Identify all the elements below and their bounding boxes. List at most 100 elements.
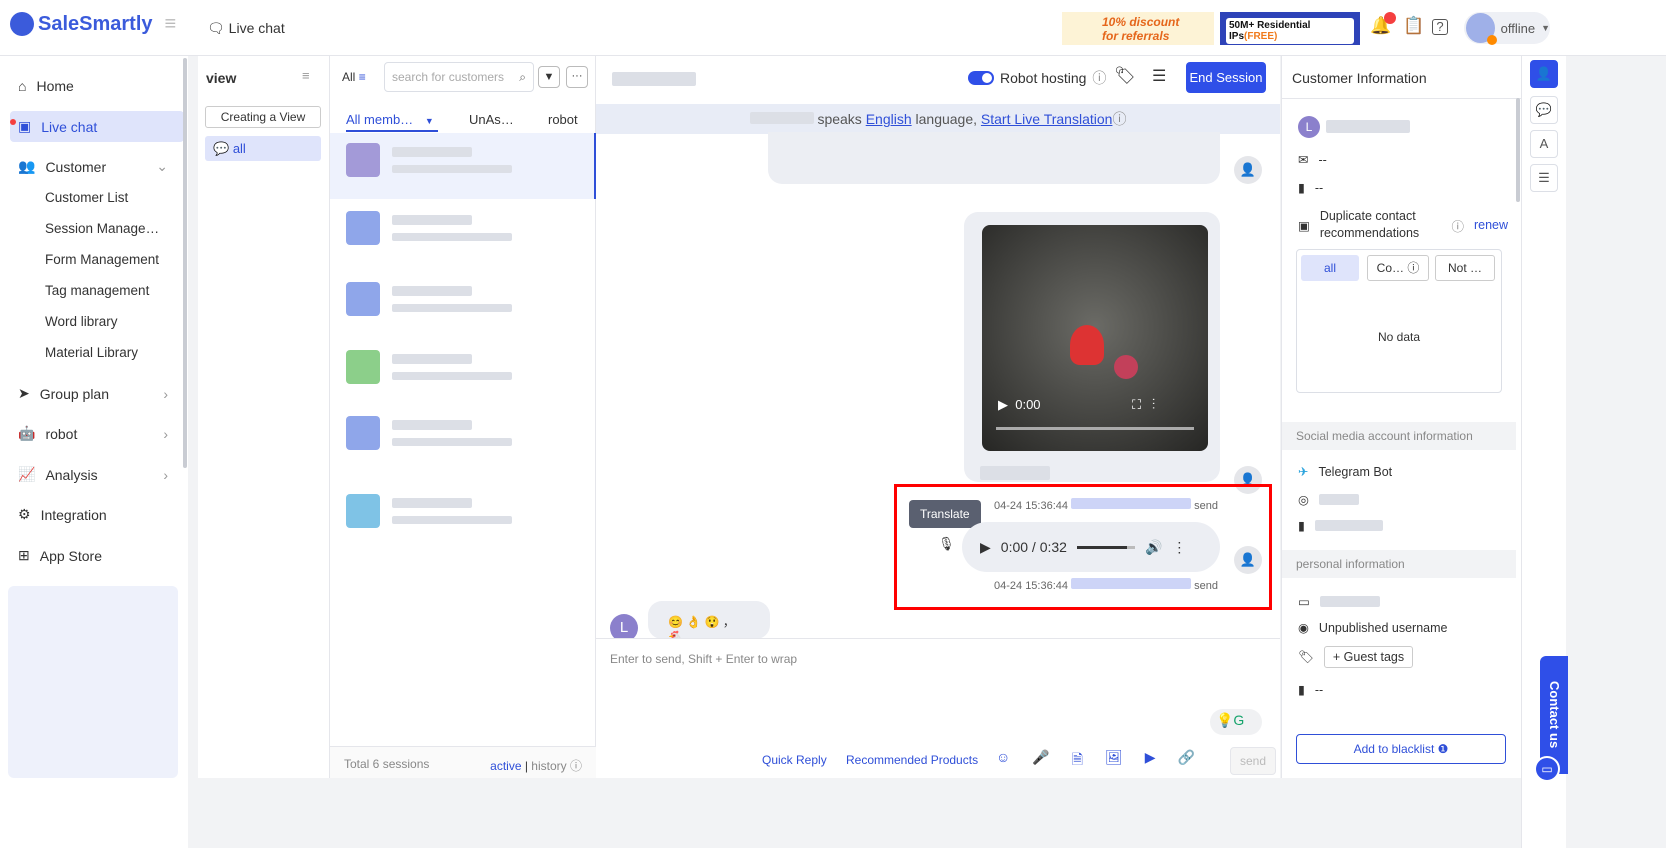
sidebar-item-customer[interactable]: 👥 Customer ⌄ — [10, 151, 184, 182]
status-dot — [1486, 35, 1497, 45]
sidebar-item-group-plan[interactable]: ➤ Group plan › — [10, 378, 184, 409]
start-translation-link[interactable]: Start Live Translation — [981, 111, 1113, 127]
history-link[interactable]: history — [531, 759, 566, 773]
audio-player[interactable]: ▶ 0:00 / 0:32 🔊 ⋮ — [962, 522, 1220, 572]
translate-icon[interactable]: 🎙 — [938, 536, 955, 552]
sidebar-item-live-chat[interactable]: ▣ Live chat — [10, 111, 184, 142]
sidebar-item-integration[interactable]: ⚙ Integration — [10, 499, 184, 530]
guest-tags-button[interactable]: + Guest tags — [1323, 646, 1414, 668]
tab-unassigned[interactable]: UnAs… — [469, 112, 514, 127]
username: Unpublished username — [1318, 620, 1448, 635]
label: App Store — [39, 547, 102, 564]
robot-hosting-toggle[interactable]: Robot hosting ⓘ — [968, 68, 1106, 88]
filter-all[interactable]: All ≡ — [342, 70, 366, 84]
video-icon[interactable]: ▶ — [1145, 749, 1156, 773]
session-item[interactable] — [330, 272, 596, 338]
more-icon[interactable]: ⋮ — [1172, 539, 1186, 556]
volume-icon[interactable]: 🔊 — [1145, 539, 1162, 556]
add-to-blacklist-button[interactable]: Add to blacklist ❶ — [1296, 734, 1506, 764]
session-item[interactable] — [330, 201, 596, 267]
message-tab-icon[interactable]: 💬 — [1530, 96, 1558, 124]
microphone-icon[interactable]: 🎤 — [1032, 749, 1049, 773]
tab-all-members[interactable]: All memb… ▼ — [346, 112, 438, 132]
panel-scrollbar[interactable] — [1516, 98, 1520, 202]
video-player[interactable]: ▶ 0:00 ⛶ ⋮ — [982, 225, 1208, 451]
email-value: -- — [1318, 152, 1327, 167]
video-controls[interactable]: ▶ 0:00 — [998, 397, 1041, 413]
residential-ip-banner[interactable]: 50M+ Residential IPs(FREE) — [1220, 12, 1360, 45]
referral-banner[interactable]: 10% discount for referrals — [1062, 12, 1214, 45]
view-item-all[interactable]: 💬 all — [205, 136, 321, 161]
session-item[interactable] — [330, 406, 596, 472]
user-status-menu[interactable]: offline ▼ — [1464, 12, 1550, 45]
sidebar-sub-word[interactable]: Word library — [45, 314, 118, 329]
toggle-switch[interactable] — [968, 71, 994, 85]
quick-reply-button[interactable]: Quick Reply — [762, 753, 827, 767]
grid-icon: ⊞ — [18, 547, 30, 563]
sidebar-item-app-store[interactable]: ⊞ App Store — [10, 540, 184, 571]
sidebar-sub-session[interactable]: Session Manage… — [45, 221, 159, 236]
recommended-products-button[interactable]: Recommended Products — [846, 753, 978, 767]
send-button[interactable]: send — [1230, 747, 1276, 775]
tag-icon[interactable]: 🏷 — [1114, 66, 1136, 86]
active-link[interactable]: active — [490, 759, 521, 773]
video-time: 0:00 — [1015, 397, 1041, 412]
sidebar-item-robot[interactable]: 🤖 robot › — [10, 418, 184, 449]
sidebar-sub-material[interactable]: Material Library — [45, 345, 138, 360]
notes-tab-icon[interactable]: ☰ — [1530, 164, 1558, 192]
session-item[interactable] — [330, 133, 596, 199]
renew-link[interactable]: renew — [1474, 218, 1508, 232]
menu-collapse-icon[interactable]: ≡ — [165, 13, 177, 36]
file-icon[interactable]: 🗎 — [1072, 749, 1083, 773]
sidebar-sub-customer-list[interactable]: Customer List — [45, 190, 128, 205]
fullscreen-icon[interactable]: ⛶ ⋮ — [1132, 397, 1155, 413]
chevron-down-icon: ▼ — [424, 116, 434, 126]
sidebar-scrollbar[interactable] — [183, 58, 187, 468]
dup-tab-not[interactable]: Not … — [1435, 255, 1495, 281]
image-icon[interactable]: 🖼 — [1105, 749, 1123, 773]
language-link[interactable]: English — [866, 111, 912, 127]
contact-icon: ▣ — [1298, 218, 1310, 233]
message-composer[interactable]: Enter to send, Shift + Enter to wrap 💡G … — [596, 638, 1280, 778]
speaks-text: speaks — [817, 111, 862, 127]
search-history-icon[interactable]: ☰ — [1152, 66, 1166, 86]
email-row: ✉ -- — [1298, 152, 1327, 168]
sidebar-item-analysis[interactable]: 📈 Analysis › — [10, 459, 184, 490]
link-icon[interactable]: 🔗 — [1178, 749, 1195, 773]
search-input[interactable]: search for customers ⌕ — [384, 62, 534, 92]
brand-logo[interactable]: SaleSmartly ≡ — [10, 12, 176, 36]
customer-info-tab-icon[interactable]: 👤 — [1530, 60, 1558, 88]
sidebar-sub-tag[interactable]: Tag management — [45, 283, 149, 298]
clipboard-icon[interactable]: 📋 — [1403, 16, 1425, 38]
dup-tab-all[interactable]: all — [1301, 255, 1359, 281]
video-progress[interactable] — [996, 427, 1194, 430]
more-icon[interactable]: ··· — [566, 66, 588, 88]
message-meta: 04-24 15:36:44 send — [994, 578, 1218, 592]
id-row: ▭ — [1298, 594, 1380, 609]
filter-icon[interactable]: ▼ — [538, 66, 560, 88]
personal-section-title: personal information — [1282, 550, 1516, 578]
sidebar-sub-form[interactable]: Form Management — [45, 252, 159, 267]
dup-tab-contact[interactable]: Co… ⓘ — [1367, 255, 1429, 281]
create-view-button[interactable]: Creating a View — [205, 106, 321, 128]
emoji-icon[interactable]: ☺ — [996, 749, 1010, 773]
end-session-button[interactable]: End Session — [1186, 62, 1266, 93]
chat-widget-icon[interactable]: ▭ — [1534, 756, 1560, 782]
label: All memb… — [346, 112, 414, 127]
grammarly-icon[interactable]: 💡G — [1210, 709, 1262, 735]
note-value: -- — [1314, 682, 1324, 697]
play-icon[interactable]: ▶ — [980, 539, 991, 556]
menu-icon[interactable]: ≡ — [302, 68, 310, 83]
chat-icon: ▣ — [18, 118, 32, 134]
session-item[interactable] — [330, 484, 596, 550]
session-item[interactable] — [330, 340, 596, 406]
promo-line2: for referrals — [1102, 29, 1170, 43]
label: Live chat — [41, 118, 98, 135]
yarn-ball — [1114, 355, 1138, 379]
translate-tab-icon[interactable]: A — [1530, 130, 1558, 158]
tab-robot[interactable]: robot — [548, 112, 578, 127]
sidebar-item-home[interactable]: ⌂ Home — [10, 70, 184, 101]
help-icon[interactable]: ? — [1432, 19, 1448, 35]
unread-dot — [10, 119, 16, 125]
audio-progress[interactable] — [1076, 545, 1135, 549]
